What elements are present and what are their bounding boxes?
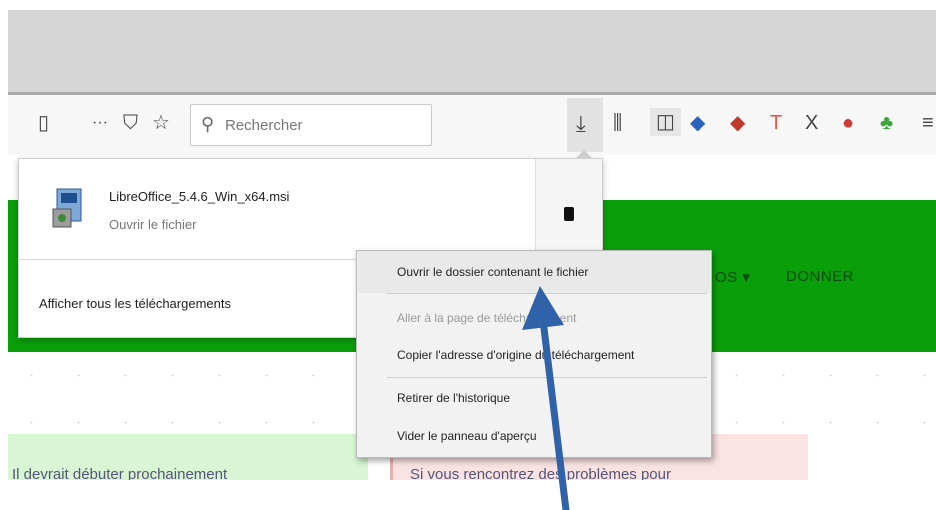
- close-x-icon[interactable]: X: [805, 113, 818, 133]
- menu-item-clear-preview-panel[interactable]: Vider le panneau d'aperçu: [397, 429, 537, 443]
- show-all-downloads-link[interactable]: Afficher tous les téléchargements: [39, 296, 231, 311]
- pocket-icon[interactable]: ⛉: [123, 113, 138, 133]
- extension-red-icon[interactable]: ◆: [730, 113, 745, 133]
- search-input[interactable]: ⚲ Rechercher: [190, 104, 432, 146]
- menu-item-open-folder[interactable]: Ouvrir le dossier contenant le fichier: [397, 265, 588, 279]
- page-actions-button[interactable]: ···: [92, 113, 108, 133]
- msi-file-icon: [52, 188, 82, 228]
- panel-pointer: [575, 150, 593, 159]
- menu-separator: [387, 377, 707, 378]
- bookmark-star-icon[interactable]: ☆: [152, 113, 170, 133]
- bottom-crop: [0, 480, 936, 510]
- search-placeholder: Rechercher: [225, 117, 303, 134]
- menu-item-go-to-download-page[interactable]: Aller à la page de téléchargement: [397, 311, 576, 325]
- addon-green-icon[interactable]: ♣: [880, 113, 893, 133]
- menu-item-copy-download-link[interactable]: Copier l'adresse d'origine du télécharge…: [397, 348, 634, 362]
- search-icon: ⚲: [201, 114, 215, 134]
- nav-link-donate[interactable]: DONNER: [786, 268, 854, 285]
- library-icon[interactable]: ⫼: [613, 113, 622, 133]
- menu-separator: [387, 293, 707, 294]
- browser-toolbar: [8, 95, 936, 155]
- downloads-button[interactable]: ⤓: [567, 98, 603, 152]
- screenshot: ▯ ··· ⛉ ☆ ⚲ Rechercher ⤓ ⫼ ◫ ◆ ◆ T X ● ♣…: [0, 0, 936, 510]
- sidebar-icon[interactable]: ◫: [650, 108, 681, 136]
- menu-icon[interactable]: ≡: [922, 113, 934, 133]
- text-icon[interactable]: T: [770, 113, 782, 133]
- nav-link-partial[interactable]: OS ▾: [715, 268, 750, 286]
- download-item[interactable]: LibreOffice_5.4.6_Win_x64.msi Ouvrir le …: [19, 159, 539, 239]
- menu-item-remove-from-history[interactable]: Retirer de l'historique: [397, 391, 510, 405]
- download-arrow-icon: ⤓: [576, 111, 586, 136]
- browser-top-band: [8, 10, 936, 95]
- folder-icon: [564, 207, 574, 221]
- download-file-name: LibreOffice_5.4.6_Win_x64.msi: [109, 189, 290, 204]
- download-context-menu: Ouvrir le dossier contenant le fichier A…: [356, 250, 712, 458]
- download-open-file-label[interactable]: Ouvrir le fichier: [109, 217, 196, 232]
- addon-icon[interactable]: ●: [842, 113, 854, 133]
- extension-badge-icon[interactable]: ◆: [690, 113, 705, 133]
- page-info-icon[interactable]: ▯: [38, 113, 49, 133]
